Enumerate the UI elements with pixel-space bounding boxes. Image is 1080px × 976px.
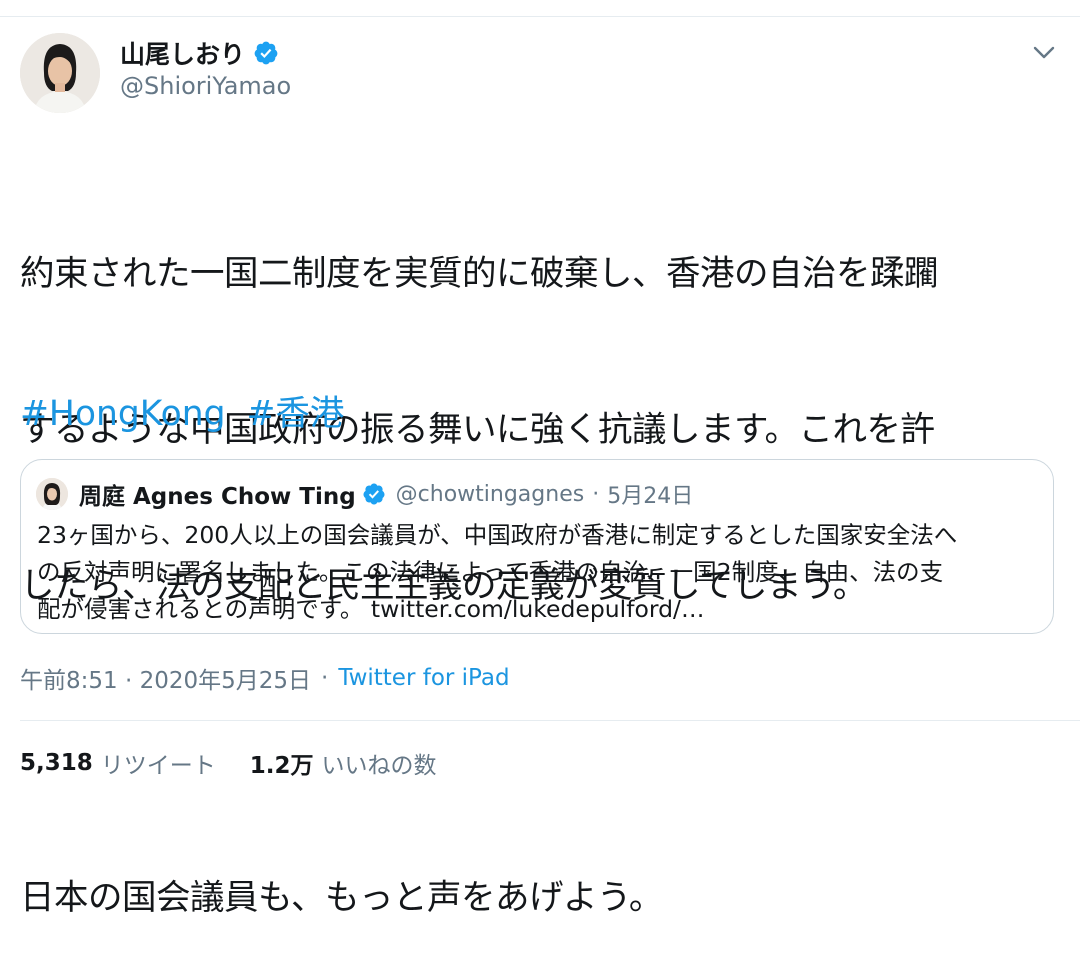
author-display-name[interactable]: 山尾しおり: [120, 35, 245, 71]
quoted-text: 23ヶ国から、200人以上の国会議員が、中国政府が香港に制定するとした国家安全法…: [37, 517, 1042, 628]
quoted-separator: ·: [592, 481, 600, 507]
author-handle[interactable]: @ShioriYamao: [120, 72, 291, 100]
hashtag-link[interactable]: #香港: [246, 394, 344, 434]
hashtags: #HongKong #香港: [20, 388, 354, 440]
author-avatar-image: [20, 33, 100, 113]
tweet-source-link[interactable]: Twitter for iPad: [338, 665, 509, 691]
quoted-author-handle[interactable]: @chowtingagnes: [396, 482, 585, 507]
quoted-author-name[interactable]: 周庭 Agnes Chow Ting: [79, 477, 356, 511]
verified-badge-icon: [253, 40, 279, 66]
retweets-label[interactable]: リツイート: [101, 746, 216, 780]
quoted-header: 周庭 Agnes Chow Ting @chowtingagnes · 5月24…: [79, 477, 693, 511]
tweet-text-line: 日本の国会議員も、もっと声をあげよう。: [20, 878, 663, 918]
tweet-timestamp[interactable]: 午前8:51 · 2020年5月25日: [20, 661, 311, 695]
quoted-text-line: の反対声明に署名しました。この法律によって香港の自治、一国2制度、自由、法の支: [37, 558, 944, 586]
verified-badge-icon: [362, 482, 386, 506]
quoted-date[interactable]: 5月24日: [607, 478, 693, 510]
quoted-text-line: 配が侵害されるとの声明です。 twitter.com/lukedepulford…: [37, 591, 1042, 628]
meta-separator: ·: [321, 665, 329, 691]
author-avatar[interactable]: [20, 33, 100, 113]
stats-divider: [20, 720, 1080, 721]
tweet-meta: 午前8:51 · 2020年5月25日 · Twitter for iPad: [20, 661, 510, 695]
quoted-tweet-card[interactable]: 周庭 Agnes Chow Ting @chowtingagnes · 5月24…: [20, 459, 1054, 634]
quoted-text-line: 23ヶ国から、200人以上の国会議員が、中国政府が香港に制定するとした国家安全法…: [37, 521, 958, 549]
likes-label[interactable]: いいねの数: [322, 746, 437, 780]
quoted-link[interactable]: twitter.com/lukedepulford/…: [371, 595, 705, 623]
hashtag-link[interactable]: #HongKong: [20, 394, 226, 434]
tweet-stats: 5,318 リツイート 1.2万 いいねの数: [20, 745, 437, 781]
tweet-text-line: 約束された一国二制度を実質的に破棄し、香港の自治を蹂躙: [20, 254, 939, 294]
likes-count[interactable]: 1.2万: [250, 746, 314, 780]
author-name-row: 山尾しおり: [120, 33, 279, 73]
chevron-down-icon[interactable]: [1028, 38, 1060, 68]
quoted-author-avatar: [36, 478, 68, 510]
top-divider: [0, 16, 1080, 17]
quoted-text-line-end: 配が侵害されるとの声明です。: [37, 595, 364, 623]
retweets-count[interactable]: 5,318: [20, 750, 93, 776]
